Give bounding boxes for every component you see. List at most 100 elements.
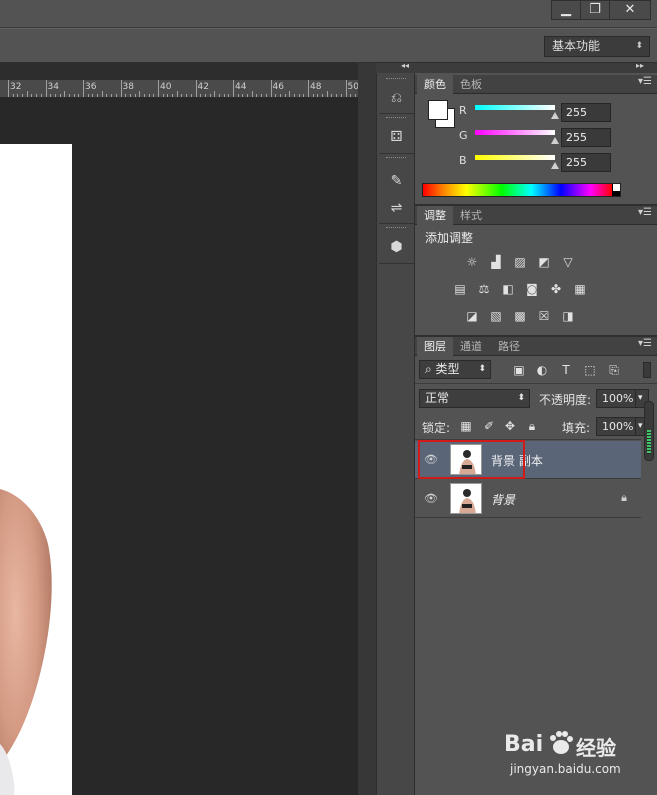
tab-channels[interactable]: 通道	[453, 337, 489, 356]
paw-icon	[548, 731, 574, 755]
ruler-minor-tick	[289, 91, 291, 97]
curves-icon[interactable]: ▨	[512, 255, 528, 269]
shape-filter-icon[interactable]: ⬚	[582, 363, 598, 377]
slider-g[interactable]	[475, 130, 555, 135]
smart-object-filter-icon[interactable]: ⎘	[606, 363, 622, 377]
threshold-icon[interactable]: ▩	[512, 309, 528, 323]
channel-mixer-icon[interactable]: ✤	[548, 282, 564, 296]
levels-icon[interactable]: ▟	[488, 255, 504, 269]
layers-scrollbar[interactable]	[644, 401, 654, 461]
ruler-major-tick	[195, 80, 197, 97]
slider-thumb-r[interactable]	[551, 112, 559, 119]
grip-handle[interactable]	[386, 157, 406, 160]
history-icon[interactable]: ⎌	[381, 87, 412, 109]
document-canvas[interactable]	[0, 144, 72, 795]
3d-icon[interactable]: ⬢	[381, 236, 412, 258]
grip-handle[interactable]	[386, 227, 406, 230]
ruler-tick-label: 42	[197, 82, 209, 92]
ruler-minor-tick	[106, 94, 108, 97]
input-r[interactable]: 255	[561, 103, 611, 122]
lock-all-icon[interactable]: 🔒︎	[524, 419, 540, 433]
ruler-major-tick	[308, 80, 309, 97]
panel-menu-icon[interactable]: ▾☰	[638, 338, 652, 349]
hue-saturation-icon[interactable]: ▤	[452, 282, 468, 296]
ruler-minor-tick	[218, 94, 220, 97]
color-panel-tabs: 颜色 色板 ▾☰	[415, 75, 657, 94]
ruler-tick-label: 46	[272, 82, 284, 92]
exposure-icon[interactable]: ◩	[536, 255, 552, 269]
minimize-button[interactable]: ▁	[551, 0, 581, 20]
photo-filter-icon[interactable]: ◙	[524, 282, 540, 296]
tab-color[interactable]: 颜色	[417, 75, 453, 94]
invert-icon[interactable]: ◪	[464, 309, 480, 323]
canvas-area[interactable]	[0, 98, 358, 795]
foreground-color-swatch[interactable]	[428, 100, 448, 120]
tab-swatches[interactable]: 色板	[453, 75, 489, 94]
ruler-major-tick	[158, 80, 159, 97]
ruler-minor-tick	[17, 94, 19, 97]
panel-menu-icon[interactable]: ▾☰	[638, 207, 652, 218]
vibrance-icon[interactable]: ▽	[560, 255, 576, 269]
close-button[interactable]: ✕	[609, 0, 651, 20]
slider-thumb-b[interactable]	[551, 162, 559, 169]
brush-presets-icon[interactable]: ✎	[381, 170, 412, 192]
layer-row[interactable]: 👁︎ 背景 🔒︎	[415, 480, 641, 518]
restore-button[interactable]: ❐	[580, 0, 610, 20]
input-b[interactable]: 255	[561, 153, 611, 172]
expand-icon[interactable]: ▸▸	[636, 61, 644, 70]
selective-color-icon[interactable]: ☒	[536, 309, 552, 323]
ruler-major-tick	[233, 80, 234, 97]
dock-gap	[358, 63, 376, 795]
grip-handle[interactable]	[386, 117, 406, 120]
ruler-minor-tick	[73, 94, 75, 97]
ruler-minor-tick	[261, 94, 263, 97]
collapse-icon[interactable]: ◂◂	[401, 61, 409, 70]
slider-thumb-g[interactable]	[551, 137, 559, 144]
properties-icon[interactable]: ⚃	[381, 126, 412, 148]
gradient-map-icon[interactable]: ◨	[560, 309, 576, 323]
ruler-minor-tick	[247, 94, 249, 97]
blend-mode-select[interactable]: 正常 ⬍	[419, 389, 530, 408]
color-spectrum-bar[interactable]	[422, 183, 621, 197]
opacity-input[interactable]: 100%	[596, 389, 636, 408]
ruler-tick-label: 34	[47, 82, 59, 92]
slider-r[interactable]	[475, 105, 555, 110]
ruler-minor-tick	[139, 91, 141, 97]
grip-handle[interactable]	[386, 78, 406, 81]
ruler-minor-tick	[78, 94, 80, 97]
scrollbar-thumb[interactable]	[647, 430, 651, 454]
visibility-eye-icon[interactable]: 👁︎	[424, 492, 438, 506]
layer-name[interactable]: 背景	[491, 491, 515, 508]
lock-transparent-icon[interactable]: ▦	[458, 419, 474, 433]
filter-toggle[interactable]	[643, 362, 651, 378]
type-filter-icon[interactable]: T	[558, 363, 574, 377]
ruler-minor-tick	[153, 94, 155, 97]
tab-layers[interactable]: 图层	[417, 337, 453, 356]
layer-filter-select[interactable]: ⌕ 类型 ⬍	[419, 360, 491, 379]
layers-panel-tabs: 图层 通道 路径 ▾☰	[415, 337, 657, 356]
lock-image-icon[interactable]: ✐	[481, 419, 497, 433]
ruler-minor-tick	[228, 94, 230, 97]
color-lookup-icon[interactable]: ▦	[572, 282, 588, 296]
panel-menu-icon[interactable]: ▾☰	[638, 76, 652, 87]
brush-icon[interactable]: ⇌	[381, 197, 412, 219]
brightness-contrast-icon[interactable]: ☼	[464, 255, 480, 269]
ruler-minor-tick	[242, 94, 244, 97]
ruler-minor-tick	[87, 94, 89, 97]
fill-input[interactable]: 100%	[596, 417, 636, 436]
color-balance-icon[interactable]: ⚖	[476, 282, 492, 296]
title-bar: ▁ ❐ ✕	[0, 0, 657, 28]
lock-position-icon[interactable]: ✥	[502, 419, 518, 433]
adjustment-filter-icon[interactable]: ◐	[534, 363, 550, 377]
slider-b[interactable]	[475, 155, 555, 160]
pixel-filter-icon[interactable]: ▣	[511, 363, 527, 377]
tab-paths[interactable]: 路径	[491, 337, 527, 356]
tab-styles[interactable]: 样式	[453, 206, 489, 225]
horizontal-ruler[interactable]: 32 34 36 38 40 42 44 46 48 50	[0, 80, 358, 98]
tab-adjustments[interactable]: 调整	[417, 206, 453, 225]
workspace-select[interactable]: 基本功能 ⬍	[544, 36, 650, 57]
black-white-icon[interactable]: ◧	[500, 282, 516, 296]
ruler-minor-tick	[176, 91, 178, 97]
posterize-icon[interactable]: ▧	[488, 309, 504, 323]
input-g[interactable]: 255	[561, 128, 611, 147]
